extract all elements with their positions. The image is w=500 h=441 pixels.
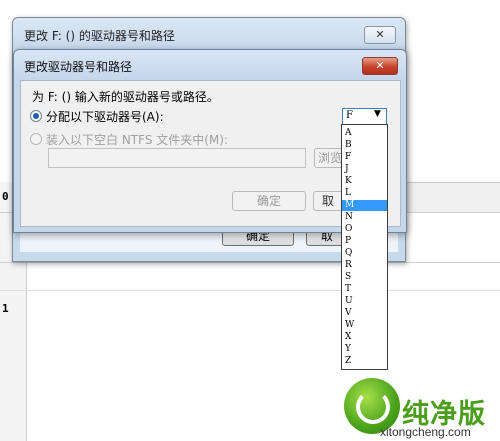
- assign-letter-label: 分配以下驱动器号(A):: [46, 110, 164, 124]
- drive-letter-select-value: F: [346, 110, 353, 121]
- mount-folder-radio[interactable]: [30, 133, 42, 145]
- close-icon: ✕: [375, 59, 385, 72]
- mount-folder-label: 装入以下空白 NTFS 文件夹中(M):: [46, 133, 229, 147]
- drive-letter-option[interactable]: J: [342, 164, 387, 175]
- drive-letter-option[interactable]: W: [342, 320, 387, 331]
- drive-letter-option[interactable]: Y: [342, 344, 387, 355]
- drive-letter-option[interactable]: R: [342, 260, 387, 271]
- close-icon: ✕: [375, 28, 385, 41]
- drive-letter-option[interactable]: O: [342, 224, 387, 235]
- outer-dialog-title: 更改 F: () 的驱动器号和路径: [24, 29, 175, 43]
- chevron-down-icon: ▼: [374, 109, 381, 119]
- disk-row-number: 0: [2, 190, 9, 203]
- drive-letter-option[interactable]: K: [342, 176, 387, 187]
- drive-letter-select[interactable]: F ▼: [342, 108, 387, 125]
- drive-letter-option[interactable]: A: [342, 128, 387, 139]
- drive-letter-option[interactable]: L: [342, 188, 387, 199]
- drive-letter-option[interactable]: M: [342, 200, 387, 211]
- assign-letter-radio[interactable]: [30, 110, 42, 122]
- row-divider: [0, 262, 500, 263]
- inner-cancel-button[interactable]: 取: [313, 191, 343, 211]
- drive-letter-option[interactable]: F: [342, 152, 387, 163]
- inner-dialog-title: 更改驱动器号和路径: [24, 60, 133, 74]
- row-divider: [0, 290, 500, 291]
- inner-ok-button[interactable]: 确定: [232, 191, 306, 211]
- prompt-text: 为 F: () 输入新的驱动器号或路径。: [32, 90, 219, 104]
- folder-path-input[interactable]: [48, 148, 306, 168]
- drive-letter-option[interactable]: T: [342, 284, 387, 295]
- inner-close-button[interactable]: ✕: [362, 57, 398, 75]
- refresh-icon: [356, 390, 390, 424]
- drive-letter-option[interactable]: N: [342, 212, 387, 223]
- drive-letter-option[interactable]: Q: [342, 248, 387, 259]
- drive-letter-option[interactable]: V: [342, 308, 387, 319]
- drive-letter-option[interactable]: S: [342, 272, 387, 283]
- drive-letter-dropdown-list: ABFJKLMNOPQRSTUVWXYZ: [341, 124, 388, 370]
- disk-row-number: 1: [2, 302, 9, 315]
- drive-letter-option[interactable]: U: [342, 296, 387, 307]
- drive-letter-option[interactable]: Z: [342, 356, 387, 367]
- outer-close-button[interactable]: ✕: [364, 26, 396, 44]
- drive-letter-option[interactable]: B: [342, 140, 387, 151]
- drive-letter-option[interactable]: P: [342, 236, 387, 247]
- watermark-url: xitongcheng.com: [380, 425, 471, 439]
- drive-letter-option[interactable]: X: [342, 332, 387, 343]
